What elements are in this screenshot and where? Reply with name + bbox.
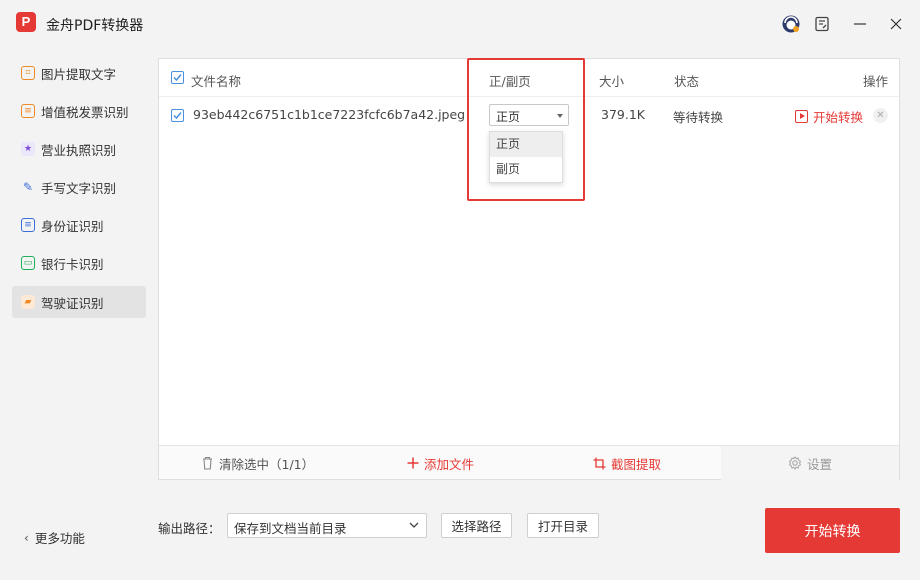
sidebar-item-label: 银行卡识别 [41, 256, 104, 272]
add-file-label: 添加文件 [424, 456, 475, 472]
license-icon: ★ [21, 142, 35, 156]
feedback-icon[interactable] [811, 13, 833, 35]
chevron-down-icon [408, 518, 420, 536]
id-card-icon: ≡ [21, 218, 35, 232]
support-icon[interactable] [780, 13, 802, 35]
bank-card-icon: ▭ [21, 256, 35, 270]
app-logo-icon: P [16, 12, 36, 32]
row-checkbox[interactable] [171, 109, 184, 122]
clear-selected-button[interactable]: 清除选中（1/1） [201, 446, 314, 480]
output-path-select[interactable]: 保存到文档当前目录 [227, 513, 427, 538]
header-status: 状态 [674, 74, 700, 89]
plus-icon [407, 457, 419, 469]
title-bar: P 金舟PDF转换器 [0, 0, 920, 48]
header-action: 操作 [863, 74, 889, 89]
gear-icon [788, 456, 802, 470]
sidebar-item-image-text[interactable]: ⌗ 图片提取文字 [12, 57, 146, 89]
sidebar-item-id-card[interactable]: ≡ 身份证识别 [12, 209, 146, 241]
play-icon [795, 110, 808, 123]
trash-icon [201, 456, 214, 470]
chevron-left-icon: ‹ [24, 530, 29, 545]
side-option-front[interactable]: 正页 [490, 132, 562, 157]
table-header: 文件名称 正/副页 大小 状态 操作 [159, 59, 899, 97]
crop-icon [593, 457, 606, 470]
sidebar-item-label: 身份证识别 [41, 218, 104, 234]
file-status: 等待转换 [673, 110, 724, 125]
screenshot-extract-label: 截图提取 [611, 456, 662, 472]
sidebar-item-label: 营业执照识别 [41, 142, 117, 158]
sidebar-item-driver-license[interactable]: ▰ 驾驶证识别 [12, 286, 146, 318]
caret-down-icon [557, 114, 563, 118]
output-path-value: 保存到文档当前目录 [234, 521, 347, 536]
start-convert-button[interactable]: 开始转换 [765, 508, 900, 553]
output-path-label: 输出路径： [158, 521, 221, 536]
file-toolbar: 清除选中（1/1） 添加文件 截图提取 设置 [159, 445, 899, 480]
row-start-convert-button[interactable]: 开始转换 [795, 107, 863, 126]
side-dropdown-menu: 正页 副页 [489, 131, 563, 183]
file-size: 379.1K [601, 107, 645, 122]
invoice-icon: ≡ [21, 104, 35, 118]
sidebar-item-license[interactable]: ★ 营业执照识别 [12, 133, 146, 165]
sidebar-item-invoice[interactable]: ≡ 增值税发票识别 [12, 95, 146, 127]
car-icon: ▰ [21, 295, 35, 309]
file-name: 93eb442c6751c1b1ce7223fcfc6b7a42.jpeg [193, 107, 466, 122]
sidebar-item-label: 驾驶证识别 [41, 295, 104, 311]
settings-button[interactable]: 设置 [721, 446, 899, 480]
file-list-panel: 文件名称 正/副页 大小 状态 操作 93eb442c6751c1b1ce722… [158, 58, 900, 480]
header-size: 大小 [599, 74, 625, 89]
table-row: 93eb442c6751c1b1ce7223fcfc6b7a42.jpeg 正页… [159, 97, 899, 133]
minimize-icon[interactable] [849, 13, 871, 35]
sidebar-item-label: 图片提取文字 [41, 66, 117, 82]
sidebar-item-handwriting[interactable]: ✎ 手写文字识别 [12, 171, 146, 203]
screenshot-extract-button[interactable]: 截图提取 [593, 446, 661, 480]
more-functions-link[interactable]: ‹ 更多功能 [24, 528, 85, 547]
side-select[interactable]: 正页 [489, 104, 569, 126]
side-option-back[interactable]: 副页 [490, 157, 562, 182]
remove-row-icon[interactable]: ✕ [873, 108, 888, 123]
pen-icon: ✎ [22, 180, 34, 194]
row-start-convert-label: 开始转换 [813, 110, 864, 125]
sidebar-item-label: 增值税发票识别 [41, 104, 129, 120]
clear-selected-label: 清除选中（1/1） [219, 456, 315, 472]
add-file-button[interactable]: 添加文件 [407, 446, 474, 480]
select-all-checkbox[interactable] [171, 71, 184, 84]
more-functions-label: 更多功能 [34, 531, 85, 546]
side-select-value: 正页 [496, 110, 521, 124]
app-title: 金舟PDF转换器 [46, 18, 144, 34]
check-icon [173, 74, 182, 82]
image-text-icon: ⌗ [21, 66, 35, 80]
check-icon [173, 112, 182, 120]
header-file-name: 文件名称 [191, 74, 242, 89]
choose-path-button[interactable]: 选择路径 [441, 513, 512, 538]
open-folder-button[interactable]: 打开目录 [527, 513, 599, 538]
settings-label: 设置 [806, 456, 832, 472]
sidebar-item-bank-card[interactable]: ▭ 银行卡识别 [12, 247, 146, 279]
close-icon[interactable] [885, 13, 907, 35]
header-side: 正/副页 [489, 74, 531, 89]
sidebar-item-label: 手写文字识别 [41, 180, 117, 196]
